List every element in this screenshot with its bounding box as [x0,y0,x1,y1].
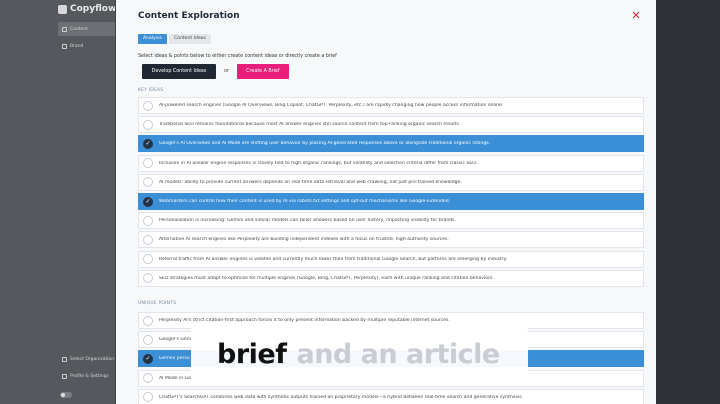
create-brief-button[interactable]: Create A Brief [236,64,289,79]
list-item[interactable]: ✓ Inclusion in AI answer engine responses… [138,154,644,172]
theme-toggle[interactable] [60,392,72,398]
empty-circle-icon[interactable]: ✓ [143,177,153,188]
app-logo: Copyflow [58,4,116,14]
unique-points-heading: UNIQUE POINTS [138,301,177,306]
instruction-text: Select ideas & points below to either cr… [138,54,337,59]
caption-strong: brief [217,338,287,370]
logo-icon [58,4,67,14]
list-item[interactable]: ✓ Referral traffic from AI answer engines… [138,250,644,268]
key-ideas-heading: KEY IDEAS [138,88,164,93]
list-item-text: Gemini perso [159,356,190,362]
empty-circle-icon[interactable]: ✓ [143,273,153,284]
empty-circle-icon[interactable]: ✓ [143,234,153,245]
or-text: or [224,69,229,74]
list-item-text: Traditional SEO remains foundational bec… [159,122,461,128]
empty-circle-icon[interactable]: ✓ [143,334,153,345]
list-item-text: Perplexity AI's strict citation-first ap… [159,318,450,323]
list-item-text: Personalization is increasing: Gemini an… [159,218,457,224]
empty-circle-icon[interactable]: ✓ [143,373,153,384]
list-item[interactable]: ✓ SEO strategies must adapt to optimize f… [138,269,644,287]
list-item-text: Webmasters can control how their content… [159,199,451,204]
logo-text: Copyflow [70,4,117,14]
video-caption: brief and an article [191,326,528,382]
list-item[interactable]: ✓ Traditional SEO remains foundational be… [138,116,644,134]
checked-circle-icon[interactable]: ✓ [143,353,153,364]
empty-circle-icon[interactable]: ✓ [143,392,153,403]
checked-circle-icon[interactable]: ✓ [143,138,153,149]
settings-icon [62,373,67,379]
modal-title: Content Exploration [138,11,240,21]
develop-content-ideas-button[interactable]: Develop Content Ideas [142,64,216,79]
checkmark-icon: ✓ [145,354,151,362]
list-item-text: AI-powered search engines (Google AI Ove… [159,103,504,108]
list-item[interactable]: ✓ Alternative AI search engines like Perp… [138,231,644,249]
empty-circle-icon[interactable]: ✓ [143,158,153,169]
checked-circle-icon[interactable]: ✓ [143,196,153,207]
action-buttons: Develop Content Ideas or Create A Brief [142,64,289,79]
document-icon [62,26,67,32]
list-item[interactable]: ✓ Webmasters can control how their conten… [138,193,644,210]
list-item[interactable]: ✓ ChatGPT's SearchGPT combines web data w… [138,388,644,404]
sidebar-item-organization[interactable]: Select Organization [58,352,115,366]
empty-circle-icon[interactable]: ✓ [143,254,153,265]
sidebar-item-label: Select Organization [70,356,115,362]
tab-content-ideas[interactable]: Content Ideas [168,34,211,44]
sidebar-item-brand[interactable]: Brand [58,39,115,53]
modal-tabs: Analysis Content Ideas [138,34,211,44]
list-item-text: Google's AI Overviews and AI Mode are sh… [159,141,491,147]
empty-circle-icon[interactable]: ✓ [143,215,153,226]
list-item[interactable]: ✓ AI-powered search engines (Google AI Ov… [138,97,644,114]
sidebar-item-content[interactable]: Content [58,22,115,36]
list-item-text: AI Mode in Go [159,375,191,381]
sidebar-item-label: Content [70,26,88,32]
caption-faint: and an article [296,338,500,370]
checkmark-icon: ✓ [145,139,151,147]
close-icon[interactable]: ✕ [630,10,642,22]
list-item-text: Inclusion in AI answer engine responses … [159,160,478,166]
checkmark-icon: ✓ [145,197,151,205]
list-item-text: SEO strategies must adapt to optimize fo… [159,275,494,281]
empty-circle-icon[interactable]: ✓ [143,315,153,326]
list-item-text: ChatGPT's SearchGPT combines web data wi… [159,394,524,400]
list-item[interactable]: ✓ AI models' ability to provide current a… [138,173,644,191]
list-item-text: AI models' ability to provide current an… [159,179,462,185]
app-sidebar: Copyflow Content Brand Select Organizati… [0,0,116,404]
list-item-text: Google's Gemi [159,337,193,343]
sidebar-item-label: Brand [70,43,84,49]
empty-circle-icon[interactable]: ✓ [143,119,153,130]
list-item-text: Referral traffic from AI answer engines … [159,256,508,262]
sidebar-item-label: Profile & Settings [70,373,109,379]
app-right-dimmed [656,0,720,404]
organization-icon [62,356,67,362]
tab-analysis[interactable]: Analysis [138,34,167,44]
brand-icon [62,43,67,49]
empty-circle-icon[interactable]: ✓ [143,100,153,111]
list-item[interactable]: ✓ Google's AI Overviews and AI Mode are s… [138,135,644,153]
list-item-text: Alternative AI search engines like Perpl… [159,237,449,243]
sidebar-item-settings[interactable]: Profile & Settings [58,369,115,383]
list-item[interactable]: ✓ Personalization is increasing: Gemini a… [138,212,644,230]
